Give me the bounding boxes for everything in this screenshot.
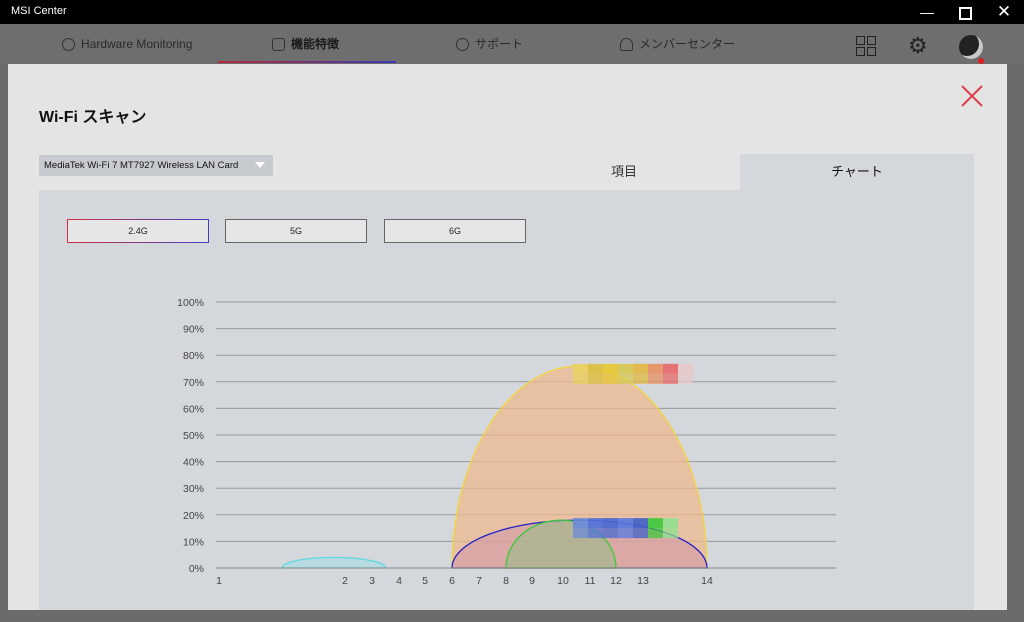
close-window-button[interactable]: ✕ — [990, 2, 1018, 22]
redacted-label-block — [648, 363, 663, 374]
y-tick-label: 90% — [183, 324, 204, 336]
redacted-label-block — [678, 363, 693, 374]
tab-label: Hardware Monitoring — [81, 37, 193, 51]
x-tick-label: 1 — [216, 575, 222, 587]
tab-label: メンバーセンター — [639, 37, 736, 51]
x-tick-label: 4 — [396, 575, 402, 587]
tab-chart[interactable]: チャート — [740, 154, 974, 190]
tab-support[interactable]: サポート — [456, 24, 523, 64]
y-tick-label: 30% — [183, 483, 204, 495]
x-tick-label: 12 — [610, 575, 622, 587]
redacted-label-block — [648, 518, 663, 529]
chevron-down-icon — [255, 162, 265, 168]
y-tick-label: 10% — [183, 536, 204, 548]
redacted-label-block — [663, 363, 678, 374]
redacted-label-block — [633, 373, 648, 384]
chart-panel: 2.4G 5G 6G 100% 90% 80% 70% 60% 50% 40% 30% 20% 1… — [39, 190, 974, 610]
wifi-scan-dialog: Wi-Fi スキャン MediaTek Wi-Fi 7 MT7927 Wirel… — [8, 64, 1007, 610]
redacted-label-block — [603, 363, 618, 374]
redacted-label-block — [648, 373, 663, 384]
redacted-label-block — [588, 528, 603, 539]
x-tick-label: 3 — [369, 575, 375, 587]
gear-icon[interactable]: ⚙ — [908, 33, 928, 59]
redacted-label-block — [618, 528, 633, 539]
y-tick-label: 40% — [183, 457, 204, 469]
feature-icon — [272, 37, 285, 51]
x-tick-label: 7 — [476, 575, 482, 587]
x-tick-label: 9 — [529, 575, 535, 587]
y-tick-label: 100% — [177, 297, 204, 309]
redacted-label-block — [618, 518, 633, 529]
user-icon — [620, 37, 633, 51]
redacted-label-block — [633, 363, 648, 374]
redacted-label-block — [633, 518, 648, 529]
tab-hardware-monitoring[interactable]: Hardware Monitoring — [62, 24, 192, 64]
y-tick-label: 50% — [183, 430, 204, 442]
avatar[interactable] — [959, 35, 983, 59]
redacted-label-block — [573, 373, 588, 384]
redacted-label-block — [588, 518, 603, 529]
grid-icon[interactable] — [856, 36, 876, 56]
x-tick-label: 5 — [422, 575, 428, 587]
y-tick-label: 60% — [183, 403, 204, 415]
x-tick-label: 8 — [503, 575, 509, 587]
x-tick-label: 2 — [342, 575, 348, 587]
alert-icon — [456, 37, 469, 51]
redacted-label-block — [618, 373, 633, 384]
active-tab-underline — [218, 61, 396, 63]
y-tick-label: 80% — [183, 350, 204, 362]
maximize-icon — [958, 6, 972, 20]
tab-label: 機能特徴 — [291, 37, 340, 51]
x-tick-label: 13 — [637, 575, 649, 587]
redacted-label-block — [663, 373, 678, 384]
x-tick-label: 14 — [701, 575, 713, 587]
redacted-label-block — [603, 518, 618, 529]
redacted-label-block — [573, 518, 588, 529]
gauge-icon — [62, 37, 75, 51]
close-icon[interactable] — [958, 82, 986, 110]
tab-label: サポート — [475, 37, 524, 51]
redacted-label-block — [663, 528, 678, 539]
signal-curve — [281, 556, 387, 569]
title-bar: MSI Center — ✕ — [0, 0, 1024, 24]
redacted-label-block — [588, 363, 603, 374]
dialog-title: Wi-Fi スキャン — [39, 109, 147, 126]
redacted-label-block — [633, 528, 648, 539]
top-nav: Hardware Monitoring 機能特徴 サポート メンバーセンター ⚙ — [0, 24, 1024, 64]
maximize-button[interactable] — [951, 2, 979, 22]
redacted-label-block — [603, 528, 618, 539]
app-title: MSI Center — [11, 5, 67, 17]
x-tick-label: 11 — [585, 575, 596, 587]
tab-member-center[interactable]: メンバーセンター — [620, 24, 735, 64]
x-tick-label: 10 — [557, 575, 569, 587]
redacted-label-block — [603, 373, 618, 384]
signal-chart: 100%90%80%70%60%50%40%30%20%10%0%1 2 3 4 5 6 7… — [177, 297, 836, 587]
adapter-dropdown[interactable]: MediaTek Wi-Fi 7 MT7927 Wireless LAN Car… — [39, 155, 273, 176]
y-tick-label: 20% — [183, 510, 204, 522]
tab-features[interactable]: 機能特徴 — [272, 24, 339, 64]
redacted-label-block — [573, 363, 588, 374]
redacted-label-block — [618, 363, 633, 374]
y-tick-label: 0% — [189, 563, 204, 575]
redacted-label-block — [663, 518, 678, 529]
tab-items[interactable]: 項目 — [508, 154, 740, 190]
x-tick-label: 6 — [449, 575, 455, 587]
adapter-value: MediaTek Wi-Fi 7 MT7927 Wireless LAN Car… — [44, 160, 239, 171]
redacted-label-block — [588, 373, 603, 384]
redacted-label-block — [648, 528, 663, 539]
redacted-label-block — [573, 528, 588, 539]
minimize-button[interactable]: — — [913, 2, 941, 22]
y-tick-label: 70% — [183, 377, 204, 389]
redacted-label-block — [678, 373, 693, 384]
